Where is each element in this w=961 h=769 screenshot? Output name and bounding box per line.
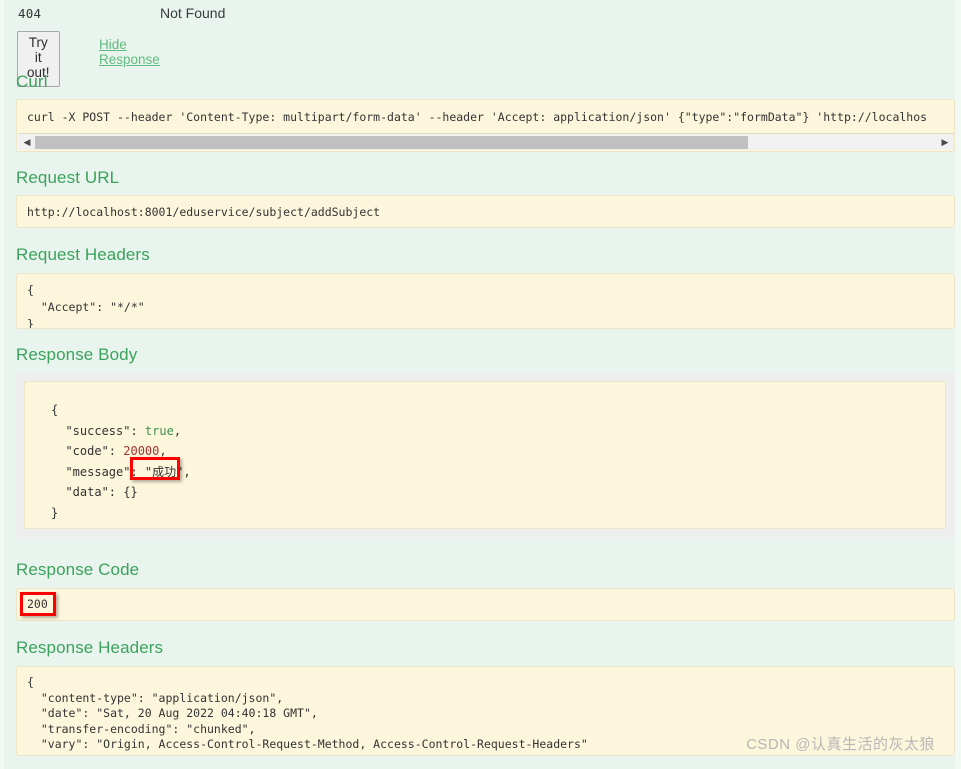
json-comma-2: , — [159, 444, 167, 458]
response-body-container: { "success": true, "code": 20000, "messa… — [16, 373, 955, 538]
scroll-left-arrow-icon[interactable]: ◀ — [19, 134, 35, 150]
json-close-brace: } — [51, 505, 59, 520]
panel-inner: 404 Not Found Try it out! Hide Response … — [4, 0, 955, 769]
status-code-value: 404 — [18, 6, 42, 21]
json-comma-3: , — [183, 464, 191, 479]
curl-command-text: curl -X POST --header 'Content-Type: mul… — [27, 110, 928, 124]
scroll-right-arrow-icon[interactable]: ▶ — [937, 134, 953, 150]
curl-code-block: curl -X POST --header 'Content-Type: mul… — [16, 99, 955, 152]
json-comma-1: , — [173, 423, 182, 438]
hide-response-link[interactable]: Hide Response — [99, 37, 160, 67]
scrollbar-thumb[interactable] — [35, 136, 748, 149]
response-body-heading: Response Body — [16, 345, 138, 364]
response-body-json: { "success": true, "code": 20000, "messa… — [24, 381, 946, 529]
swagger-response-panel: 404 Not Found Try it out! Hide Response … — [0, 0, 961, 769]
curl-horizontal-scrollbar[interactable]: ◀ ▶ — [18, 133, 954, 150]
request-headers-heading: Request Headers — [16, 245, 150, 264]
json-value-success: true — [144, 423, 174, 438]
json-line-data: "data": {} — [51, 485, 138, 499]
csdn-watermark: CSDN @认真生活的灰太狼 — [746, 736, 935, 753]
response-headers-heading: Response Headers — [16, 638, 164, 657]
request-url-value: http://localhost:8001/eduservice/subject… — [16, 195, 955, 228]
response-code-value: 200 — [16, 588, 955, 621]
json-key-code: "code": — [51, 444, 124, 458]
json-value-message: "成功" — [144, 464, 184, 479]
curl-heading: Curl — [16, 72, 48, 91]
request-url-heading: Request URL — [16, 168, 120, 187]
request-headers-value: { "Accept": "*/*" } — [16, 273, 955, 329]
json-value-code: 20000 — [123, 444, 160, 458]
json-open-brace: { — [51, 403, 59, 417]
response-code-heading: Response Code — [16, 560, 140, 579]
json-key-success: "success": — [51, 423, 145, 438]
json-key-message: "message": — [51, 464, 145, 479]
status-row: 404 Not Found — [4, 0, 944, 30]
status-reason-text: Not Found — [160, 5, 226, 21]
